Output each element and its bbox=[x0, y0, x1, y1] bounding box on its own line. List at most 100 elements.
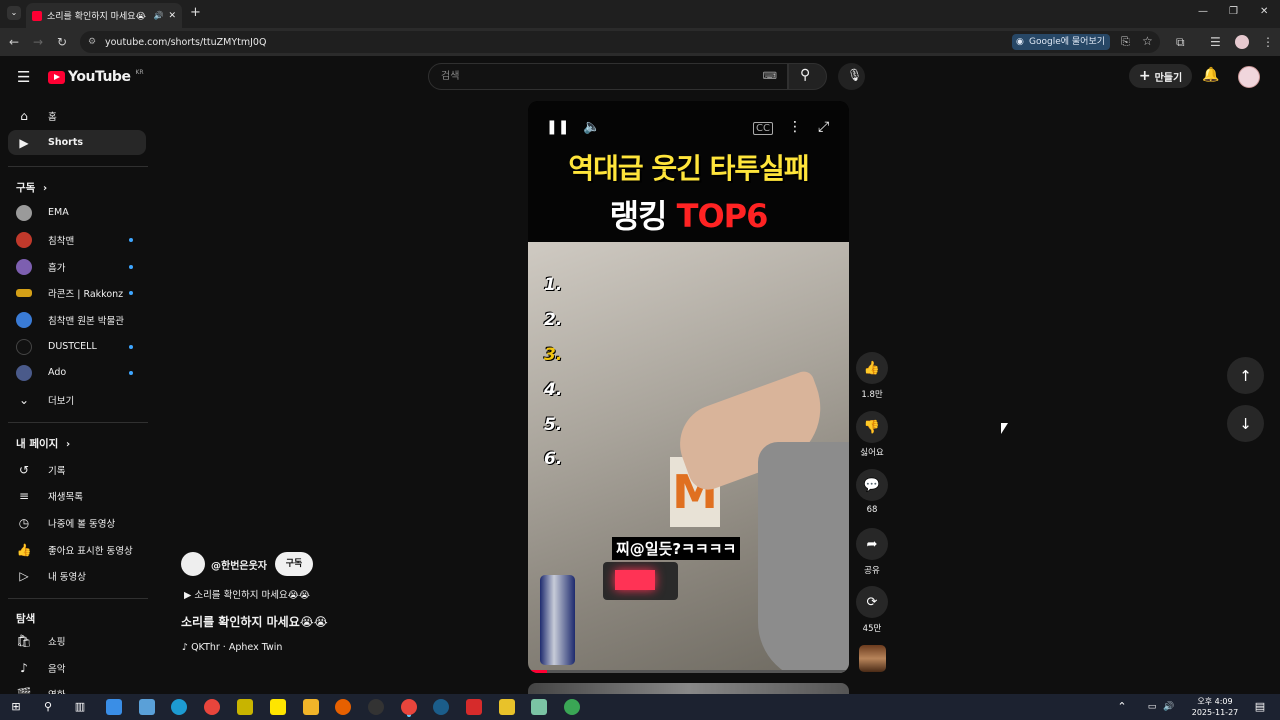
sidebar-sub-ema[interactable]: EMA bbox=[8, 200, 146, 225]
remix-button[interactable]: ⟳ bbox=[856, 586, 888, 618]
sidebar-sub-ado[interactable]: Ado bbox=[8, 360, 146, 385]
music-link[interactable]: ♪ QKThr · Aphex Twin bbox=[182, 642, 282, 653]
google-lens-icon: ◉ bbox=[1016, 37, 1024, 47]
notifications-bell-icon[interactable]: 🔔 bbox=[1202, 67, 1219, 83]
sidebar-item-watch-later[interactable]: ◷ 나중에 볼 동영상 bbox=[8, 510, 146, 535]
sidebar-item-playlists[interactable]: ≡ 재생목록 bbox=[8, 483, 146, 508]
tab-search-icon[interactable]: ⌄ bbox=[7, 6, 21, 20]
sidebar-item-movies[interactable]: 🎬 영화 bbox=[8, 681, 146, 695]
subscriptions-header[interactable]: 구독 › bbox=[16, 180, 47, 195]
comments-button[interactable]: 💬 bbox=[856, 469, 888, 501]
account-avatar[interactable] bbox=[1238, 66, 1260, 88]
address-bar[interactable]: ⚙ youtube.com/shorts/ttuZMYtmJ0Q bbox=[80, 31, 1160, 53]
search-input[interactable]: 검색 ⌨ bbox=[428, 63, 788, 90]
restore-button[interactable]: ❐ bbox=[1229, 6, 1238, 17]
previous-short-button[interactable]: ↑ bbox=[1227, 357, 1264, 394]
like-button[interactable]: 👍 bbox=[856, 352, 888, 384]
forward-icon[interactable]: → bbox=[33, 35, 43, 49]
profile-avatar-icon[interactable] bbox=[1235, 35, 1249, 49]
sidebar-item-history[interactable]: ↺ 기록 bbox=[8, 457, 146, 482]
new-content-dot bbox=[129, 237, 133, 242]
chrome-active-icon[interactable] bbox=[401, 699, 417, 715]
subscribe-button[interactable]: 구독 bbox=[275, 552, 313, 576]
taskbar-search-icon[interactable]: ⚲ bbox=[40, 699, 56, 715]
create-button[interactable]: + 만들기 bbox=[1129, 64, 1192, 88]
sidebar-sub-dustcell[interactable]: DUSTCELL bbox=[8, 334, 146, 359]
sidebar-sub-heumga[interactable]: 흠가 bbox=[8, 254, 146, 279]
tray-network-icon[interactable]: ▭ bbox=[1144, 699, 1160, 715]
fullscreen-icon[interactable]: ⤢ bbox=[818, 119, 829, 135]
audio-playing-icon[interactable]: 🔊 bbox=[153, 11, 163, 20]
sidebar-sub-chimchakman-museum[interactable]: 침착맨 원본 박물관 bbox=[8, 307, 146, 332]
shorts-icon: ▶ bbox=[19, 135, 29, 150]
sidebar-sub-chimchakman[interactable]: 침착맨 bbox=[8, 227, 146, 252]
guide-menu-icon[interactable]: ☰ bbox=[17, 68, 30, 86]
bookmark-star-icon[interactable]: ☆ bbox=[1142, 34, 1153, 48]
you-header[interactable]: 내 페이지 › bbox=[16, 436, 70, 451]
minimize-button[interactable]: — bbox=[1198, 6, 1208, 17]
chevron-down-icon: ⌄ bbox=[18, 392, 30, 407]
back-icon[interactable]: ← bbox=[9, 35, 19, 49]
taskbar-app-icon[interactable] bbox=[531, 699, 547, 715]
taskbar-clock[interactable]: 오후 4:09 2025-11-27 bbox=[1190, 696, 1240, 718]
edge-icon[interactable] bbox=[171, 699, 187, 715]
browser-tab[interactable]: 소리를 확인하지 마세요😭 🔊 ✕ bbox=[26, 3, 182, 28]
keyboard-icon[interactable]: ⌨ bbox=[763, 64, 777, 89]
reload-icon[interactable]: ↻ bbox=[57, 35, 67, 49]
sidebar-item-home[interactable]: ⌂ 홈 bbox=[8, 103, 146, 128]
playlist-link[interactable]: ▶ 소리를 확인하지 마세요😭😭 bbox=[184, 587, 310, 601]
start-icon[interactable]: ⊞ bbox=[8, 699, 24, 715]
taskbar-app-icon[interactable] bbox=[466, 699, 482, 715]
close-window-button[interactable]: ✕ bbox=[1260, 6, 1268, 17]
taskbar-app-icon[interactable] bbox=[139, 699, 155, 715]
tab-close-icon[interactable]: ✕ bbox=[168, 11, 176, 21]
notification-center-icon[interactable]: ▤ bbox=[1252, 699, 1268, 715]
sidebar-sub-rakkonz[interactable]: 라콘즈 | Rakkonz bbox=[8, 280, 146, 305]
next-short-button[interactable]: ↓ bbox=[1227, 405, 1264, 442]
firefox-icon[interactable] bbox=[335, 699, 351, 715]
more-options-icon[interactable]: ⋮ bbox=[788, 119, 802, 135]
captions-icon[interactable]: CC bbox=[753, 122, 773, 135]
reading-list-icon[interactable]: ☰ bbox=[1210, 35, 1221, 49]
tray-volume-icon[interactable]: 🔊 bbox=[1161, 699, 1177, 715]
channel-avatar[interactable] bbox=[181, 552, 205, 576]
shorts-video-player[interactable]: 역대급 웃긴 타투실패 랭킹 TOP6 M 1. 2. 3. 4. 5. 6. … bbox=[528, 101, 849, 673]
file-explorer-icon[interactable] bbox=[303, 699, 319, 715]
progress-fill bbox=[528, 670, 548, 673]
share-button[interactable]: ➦ bbox=[856, 528, 888, 560]
youtube-logo[interactable]: YouTube KR bbox=[48, 69, 144, 85]
tray-chevron-icon[interactable]: ⌃ bbox=[1114, 699, 1130, 715]
video-title[interactable]: 소리를 확인하지 마세요😭😭 bbox=[181, 613, 328, 630]
ask-google-button[interactable]: ◉ Google에 물어보기 bbox=[1012, 34, 1110, 50]
sound-thumbnail[interactable] bbox=[859, 645, 886, 672]
extensions-icon[interactable]: ⧉ bbox=[1176, 35, 1185, 50]
sidebar-show-more[interactable]: ⌄ 더보기 bbox=[8, 387, 146, 412]
next-short-preview[interactable] bbox=[528, 683, 849, 694]
task-view-icon[interactable]: ▥ bbox=[72, 699, 88, 715]
sidebar-item-shorts[interactable]: ▶ Shorts bbox=[8, 130, 146, 155]
channel-name[interactable]: @한번은웃자 bbox=[211, 557, 267, 572]
chrome-icon[interactable] bbox=[204, 699, 220, 715]
voice-search-button[interactable]: 🎙 bbox=[838, 63, 865, 90]
sidebar-item-shopping[interactable]: 🛍 쇼핑 bbox=[8, 628, 146, 653]
new-tab-button[interactable]: + bbox=[190, 5, 201, 20]
pause-icon[interactable]: ❚❚ bbox=[546, 119, 569, 135]
volume-icon[interactable]: 🔈 bbox=[583, 119, 600, 135]
taskbar-app-icon[interactable] bbox=[237, 699, 253, 715]
search-icon: ⚲ bbox=[800, 67, 811, 83]
steam-icon[interactable] bbox=[433, 699, 449, 715]
sidebar-item-liked-videos[interactable]: 👍 좋아요 표시한 동영상 bbox=[8, 537, 146, 562]
site-info-icon[interactable]: ⚙ bbox=[88, 37, 96, 47]
taskbar-app-icon[interactable] bbox=[564, 699, 580, 715]
search-button[interactable]: ⚲ bbox=[788, 63, 827, 90]
taskbar-app-icon[interactable] bbox=[368, 699, 384, 715]
progress-bar[interactable] bbox=[528, 670, 849, 673]
kakaotalk-icon[interactable] bbox=[270, 699, 286, 715]
sidebar-item-music[interactable]: ♪ 음악 bbox=[8, 655, 146, 680]
cast-icon[interactable]: ⎘ bbox=[1121, 35, 1130, 49]
sidebar-item-your-videos[interactable]: ▷ 내 동영상 bbox=[8, 563, 146, 588]
taskbar-app-icon[interactable] bbox=[499, 699, 515, 715]
browser-menu-icon[interactable]: ⋮ bbox=[1262, 35, 1274, 49]
dislike-button[interactable]: 👎 bbox=[856, 411, 888, 443]
taskbar-app-icon[interactable] bbox=[106, 699, 122, 715]
